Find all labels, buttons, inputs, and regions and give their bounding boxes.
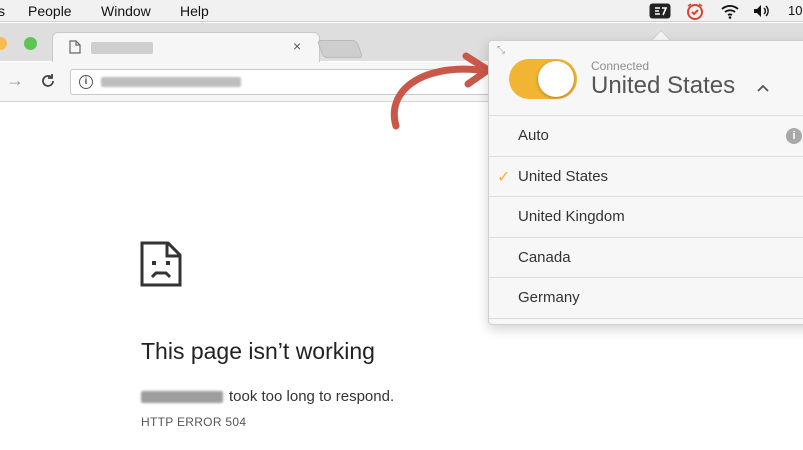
info-icon[interactable]: i bbox=[786, 128, 802, 144]
checkmark-icon: ✓ bbox=[497, 168, 511, 186]
forward-icon[interactable]: → bbox=[6, 70, 24, 91]
country-label: Canada bbox=[518, 248, 571, 266]
new-tab-button[interactable] bbox=[316, 40, 364, 58]
menu-bar: s People Window Help 10 bbox=[0, 0, 803, 22]
country-label: United Kingdom bbox=[518, 208, 625, 225]
current-country[interactable]: United States bbox=[591, 72, 735, 100]
country-list: Auto i ✓ United States United Kingdom Ca… bbox=[489, 115, 803, 319]
connection-status: Connected bbox=[591, 59, 650, 73]
tab-close-button[interactable]: × bbox=[293, 38, 301, 54]
vpn-connection-toggle[interactable] bbox=[509, 59, 577, 99]
menu-window[interactable]: Window bbox=[101, 3, 151, 19]
menu-people[interactable]: People bbox=[28, 3, 72, 19]
tab-current[interactable]: × bbox=[52, 32, 320, 62]
country-option-germany[interactable]: Germany bbox=[489, 278, 803, 319]
tab-title-redacted bbox=[91, 42, 153, 54]
menu-help[interactable]: Help bbox=[180, 3, 209, 19]
url-redacted bbox=[101, 77, 241, 87]
wifi-icon[interactable] bbox=[718, 2, 742, 20]
annotation-arrow-icon bbox=[390, 52, 492, 130]
host-redacted bbox=[141, 391, 223, 403]
country-option-auto[interactable]: Auto i bbox=[489, 116, 803, 157]
sad-page-icon bbox=[140, 241, 182, 292]
timer-tray-icon[interactable] bbox=[684, 2, 706, 20]
country-option-canada[interactable]: Canada bbox=[489, 238, 803, 278]
zoom-button[interactable] bbox=[24, 37, 37, 50]
country-option-united-kingdom[interactable]: United Kingdom bbox=[489, 197, 803, 238]
vpn-tray-icon[interactable] bbox=[648, 2, 672, 20]
error-message: took too long to respond. bbox=[229, 388, 395, 405]
clock[interactable]: 10 bbox=[788, 3, 802, 18]
site-info-icon[interactable]: i bbox=[79, 75, 93, 89]
error-code: HTTP ERROR 504 bbox=[141, 415, 247, 429]
country-label: Auto bbox=[518, 127, 549, 144]
reload-icon[interactable] bbox=[40, 73, 56, 94]
error-title: This page isn’t working bbox=[141, 338, 375, 364]
resize-icon[interactable]: ⤡ bbox=[497, 45, 505, 56]
volume-icon[interactable] bbox=[750, 2, 774, 20]
chevron-up-icon[interactable] bbox=[757, 79, 769, 95]
country-option-united-states[interactable]: ✓ United States bbox=[489, 157, 803, 197]
toggle-knob bbox=[538, 61, 574, 97]
country-label: United States bbox=[518, 167, 609, 185]
country-label: Germany bbox=[518, 289, 580, 306]
menu-history[interactable]: s bbox=[0, 3, 5, 19]
vpn-popover: ⤡ Connected United States Auto i ✓ Unite… bbox=[488, 40, 803, 325]
page-icon bbox=[69, 40, 81, 59]
